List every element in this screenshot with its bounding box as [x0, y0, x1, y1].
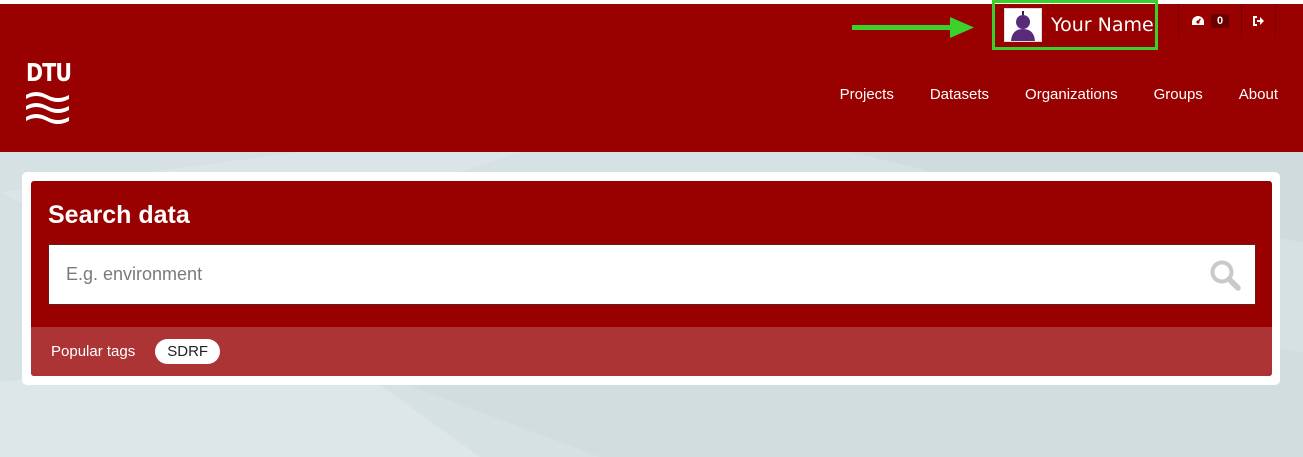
search-box [48, 244, 1256, 305]
logo-text: DTU [26, 58, 72, 87]
dashboard-count-badge: 0 [1211, 14, 1230, 28]
main-nav: Projects Datasets Organizations Groups A… [804, 86, 1278, 103]
nav-about[interactable]: About [1239, 86, 1278, 103]
logout-icon [1253, 16, 1265, 26]
header-tools: 0 [1178, 4, 1277, 38]
avatar-icon [1004, 8, 1042, 42]
popular-tags-label: Popular tags [51, 343, 136, 360]
arrow-right-icon [852, 17, 974, 38]
search-input[interactable] [49, 245, 1199, 304]
search-icon[interactable] [1209, 259, 1241, 291]
dashboard-button[interactable]: 0 [1178, 4, 1241, 38]
account-menu[interactable]: Your Name [992, 0, 1158, 50]
nav-projects[interactable]: Projects [840, 86, 894, 103]
logo-waves-icon [26, 92, 69, 124]
nav-organizations[interactable]: Organizations [1025, 86, 1118, 103]
search-card: Search data Popular tags SDRF [31, 181, 1272, 376]
logout-button[interactable] [1241, 4, 1277, 38]
nav-datasets[interactable]: Datasets [930, 86, 989, 103]
tag-sdrf[interactable]: SDRF [155, 339, 221, 364]
search-title: Search data [48, 201, 190, 229]
account-name: Your Name [1051, 14, 1154, 36]
dashboard-icon [1192, 16, 1204, 25]
popular-tags-bar: Popular tags SDRF [31, 327, 1272, 376]
nav-groups[interactable]: Groups [1154, 86, 1203, 103]
